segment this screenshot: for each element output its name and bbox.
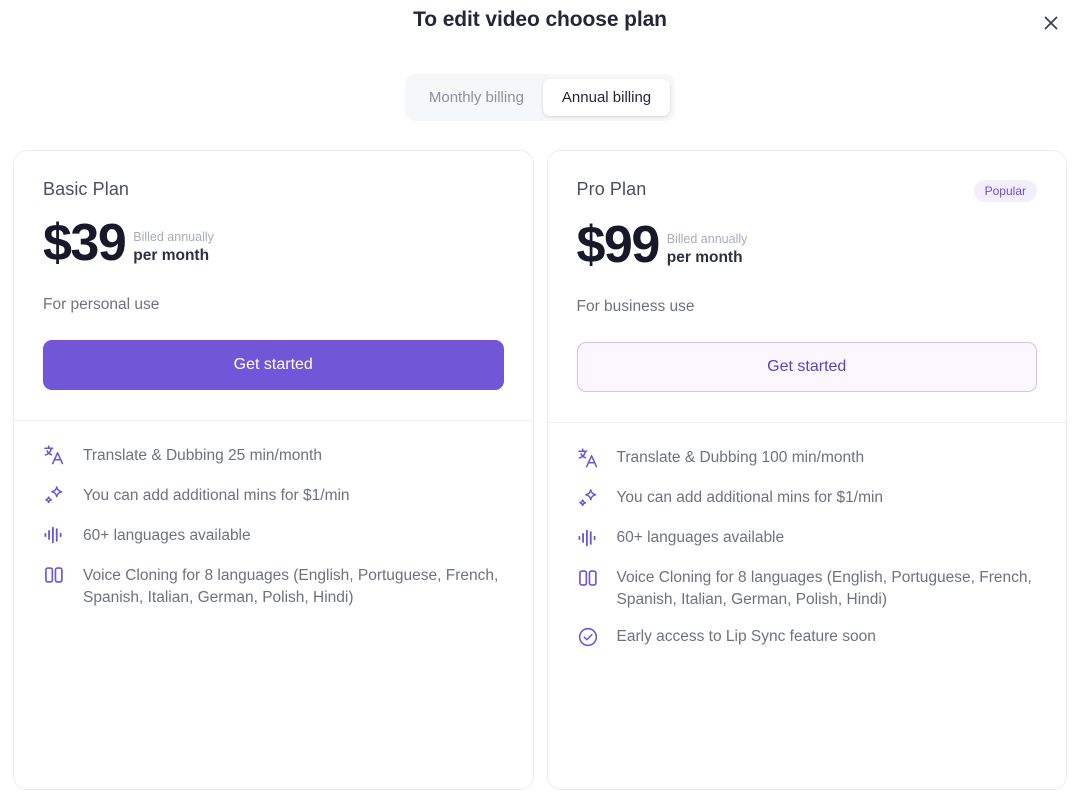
feature-icon-slot <box>577 488 603 512</box>
feature-text: You can add additional mins for $1/min <box>617 487 884 509</box>
feature-icon-slot <box>577 568 603 592</box>
translate-icon <box>577 447 599 474</box>
price-amount: $39 <box>43 220 125 268</box>
feature-icon-slot <box>577 627 603 651</box>
plan-card: Basic Plan$39Billed annuallyper monthFor… <box>13 150 534 790</box>
status-badge: Popular <box>974 180 1037 202</box>
feature-item: Translate & Dubbing 25 min/month <box>43 445 504 470</box>
sparkles-icon <box>43 484 65 511</box>
feature-text: You can add additional mins for $1/min <box>83 485 350 507</box>
voice-cloning-icon <box>577 567 599 594</box>
feature-item: Early access to Lip Sync feature soon <box>577 626 1038 651</box>
feature-icon-slot <box>43 486 69 510</box>
modal-header: To edit video choose plan <box>0 0 1080 46</box>
close-button[interactable] <box>1036 8 1066 38</box>
get-started-button[interactable]: Get started <box>577 342 1038 392</box>
feature-icon-slot <box>577 528 603 552</box>
feature-item: 60+ languages available <box>577 527 1038 552</box>
feature-text: Voice Cloning for 8 languages (English, … <box>617 567 1038 611</box>
check-circle-icon <box>577 626 599 653</box>
feature-item: Voice Cloning for 8 languages (English, … <box>43 565 504 609</box>
feature-text: 60+ languages available <box>617 527 785 549</box>
plan-cards-row: Basic Plan$39Billed annuallyper monthFor… <box>0 150 1080 790</box>
translate-icon <box>43 444 65 471</box>
plan-card-top: Basic Plan$39Billed annuallyper monthFor… <box>14 151 533 420</box>
feature-item: Translate & Dubbing 100 min/month <box>577 447 1038 472</box>
feature-list: Translate & Dubbing 100 min/month You can… <box>548 423 1067 789</box>
plan-header: Basic Plan <box>43 179 504 200</box>
price-billed-note: Billed annually <box>133 230 214 246</box>
billing-toggle[interactable]: Monthly billingAnnual billing <box>405 74 675 121</box>
plan-card: Pro PlanPopular$99Billed annuallyper mon… <box>547 150 1068 790</box>
billing-option-annual[interactable]: Annual billing <box>543 79 670 116</box>
plan-header: Pro Plan Popular <box>577 179 1038 202</box>
feature-icon-slot <box>43 526 69 550</box>
price-billed-note: Billed annually <box>667 232 748 248</box>
sparkles-icon <box>577 487 599 514</box>
feature-text: Translate & Dubbing 25 min/month <box>83 445 322 467</box>
billing-toggle-wrap: Monthly billingAnnual billing <box>0 74 1080 121</box>
voice-cloning-icon <box>43 564 65 591</box>
plan-use-case: For business use <box>577 298 1038 316</box>
feature-text: 60+ languages available <box>83 525 251 547</box>
feature-item: Voice Cloning for 8 languages (English, … <box>577 567 1038 611</box>
plan-name: Basic Plan <box>43 179 129 200</box>
page-title: To edit video choose plan <box>0 8 1080 32</box>
price-period: per month <box>667 248 748 268</box>
feature-item: You can add additional mins for $1/min <box>43 485 504 510</box>
close-icon <box>1041 13 1061 33</box>
price-amount: $99 <box>577 222 659 270</box>
price-row: $99Billed annuallyper month <box>577 222 1038 270</box>
price-period: per month <box>133 246 214 266</box>
price-meta: Billed annuallyper month <box>133 230 214 268</box>
feature-text: Early access to Lip Sync feature soon <box>617 626 876 648</box>
feature-list: Translate & Dubbing 25 min/month You can … <box>14 421 533 789</box>
feature-text: Voice Cloning for 8 languages (English, … <box>83 565 504 609</box>
get-started-button[interactable]: Get started <box>43 340 504 390</box>
plan-card-top: Pro PlanPopular$99Billed annuallyper mon… <box>548 151 1067 422</box>
price-row: $39Billed annuallyper month <box>43 220 504 268</box>
feature-item: 60+ languages available <box>43 525 504 550</box>
feature-icon-slot <box>43 446 69 470</box>
waveform-icon <box>577 527 599 554</box>
plan-name: Pro Plan <box>577 179 647 200</box>
waveform-icon <box>43 524 65 551</box>
feature-text: Translate & Dubbing 100 min/month <box>617 447 865 469</box>
feature-item: You can add additional mins for $1/min <box>577 487 1038 512</box>
price-meta: Billed annuallyper month <box>667 232 748 270</box>
billing-option-monthly[interactable]: Monthly billing <box>410 79 543 116</box>
plan-use-case: For personal use <box>43 296 504 314</box>
feature-icon-slot <box>577 448 603 472</box>
feature-icon-slot <box>43 566 69 590</box>
